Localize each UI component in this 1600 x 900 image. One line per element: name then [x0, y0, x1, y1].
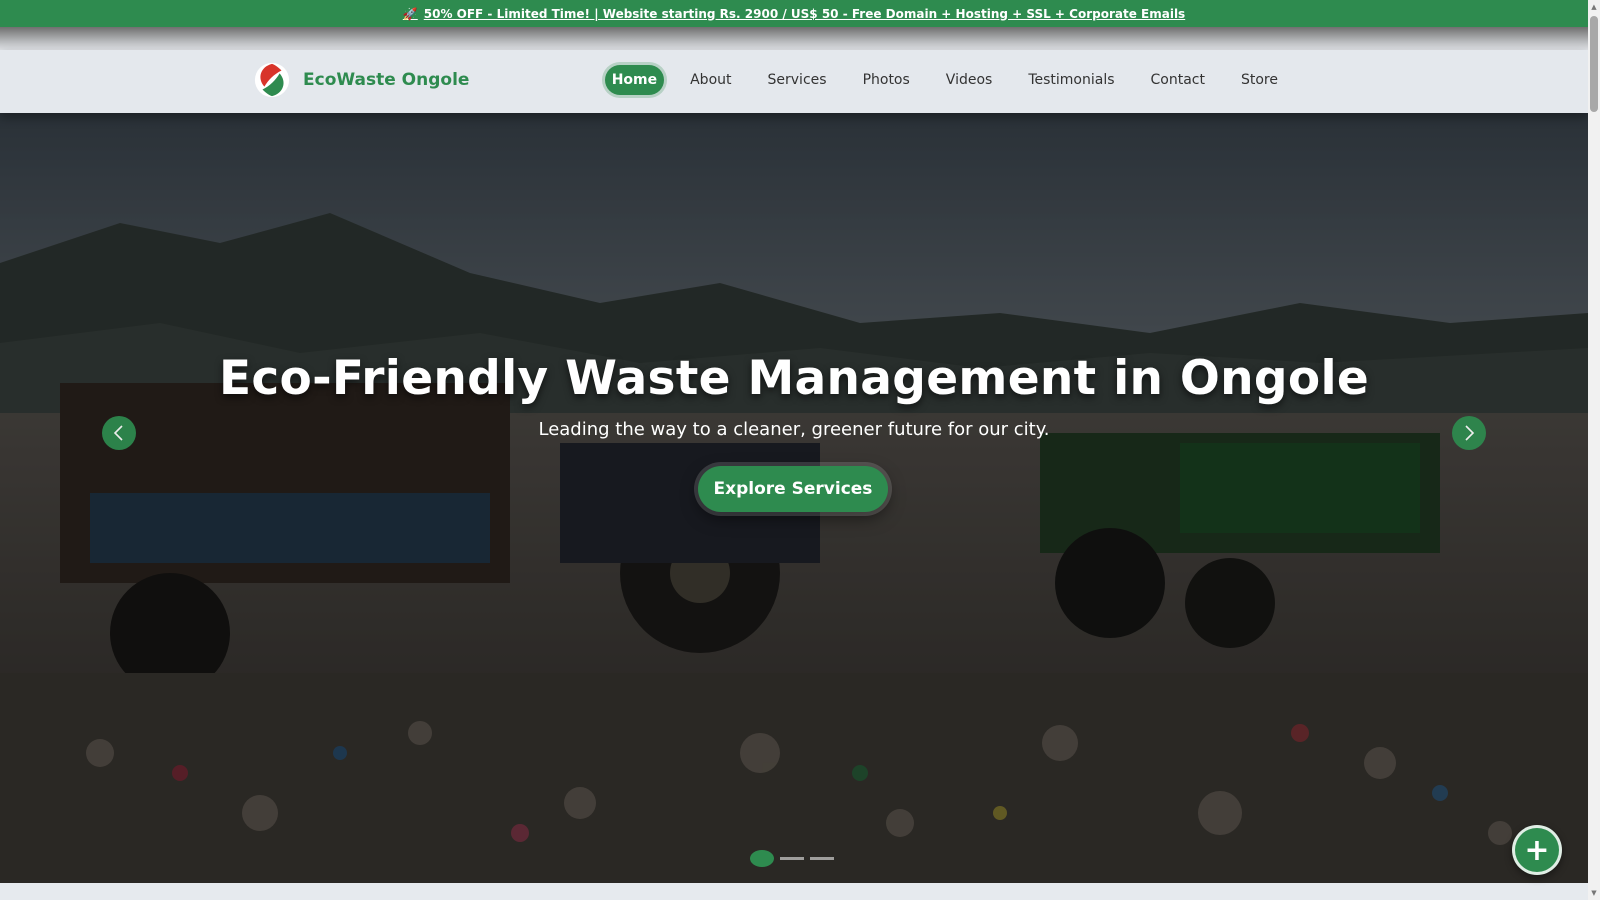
promo-text: 50% OFF - Limited Time! | Website starti… — [423, 6, 1186, 21]
nav-videos[interactable]: Videos — [940, 65, 999, 95]
header-shadow — [0, 27, 1588, 50]
scroll-down-icon[interactable]: ▼ — [1590, 888, 1598, 898]
nav-photos[interactable]: Photos — [857, 65, 916, 95]
brand-link[interactable]: EcoWaste Ongole — [253, 61, 469, 99]
plus-icon: + — [1524, 832, 1550, 868]
nav-store[interactable]: Store — [1235, 65, 1284, 95]
explore-services-button[interactable]: Explore Services — [698, 466, 888, 512]
nav-testimonials[interactable]: Testimonials — [1022, 65, 1120, 95]
hero-subtitle: Leading the way to a cleaner, greener fu… — [538, 419, 1050, 440]
brand-name: EcoWaste Ongole — [303, 70, 470, 90]
scroll-thumb[interactable] — [1590, 16, 1598, 112]
hero-carousel: Eco-Friendly Waste Management in Ongole … — [0, 113, 1588, 883]
page-scrollbar[interactable]: ▲ ▼ — [1588, 0, 1600, 900]
nav-home[interactable]: Home — [604, 65, 665, 95]
hero-title: Eco-Friendly Waste Management in Ongole — [218, 351, 1370, 406]
nav-contact[interactable]: Contact — [1145, 65, 1211, 95]
carousel-indicator-2[interactable] — [780, 857, 804, 860]
carousel-indicators — [750, 850, 834, 867]
nav-about[interactable]: About — [684, 65, 737, 95]
chevron-right-icon — [1465, 425, 1475, 441]
carousel-indicator-1[interactable] — [750, 850, 774, 867]
scroll-up-icon[interactable]: ▲ — [1590, 2, 1598, 12]
carousel-next-button[interactable] — [1452, 416, 1486, 450]
main-navbar: EcoWaste Ongole Home About Services Phot… — [0, 50, 1588, 113]
chevron-left-icon — [113, 425, 123, 441]
floating-plus-button[interactable]: + — [1512, 825, 1562, 875]
promo-link[interactable]: 🚀 50% OFF - Limited Time! | Website star… — [403, 7, 1185, 21]
promo-banner: 🚀 50% OFF - Limited Time! | Website star… — [0, 0, 1588, 27]
carousel-prev-button[interactable] — [102, 416, 136, 450]
nav-services[interactable]: Services — [762, 65, 833, 95]
nav-links: Home About Services Photos Videos Testim… — [601, 65, 1292, 95]
carousel-indicator-3[interactable] — [810, 857, 834, 860]
rocket-icon: 🚀 — [402, 6, 418, 21]
leaf-logo-icon — [254, 62, 290, 98]
